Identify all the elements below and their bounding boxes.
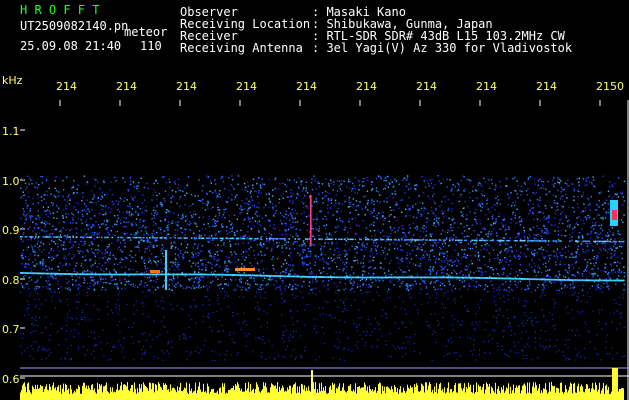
app-title: H R O F F T <box>20 3 100 17</box>
x-tick-label: 214 <box>56 80 77 93</box>
datetime: 25.09.08 21:40 <box>20 39 122 53</box>
meteor-label: meteor <box>124 25 168 39</box>
x-tick-label: 214 <box>536 80 557 93</box>
x-tick-label: 214 <box>236 80 257 93</box>
activity-bars <box>20 368 624 400</box>
x-tick-label: 2150 <box>596 80 624 93</box>
axis-unit-label: kHz <box>2 74 23 87</box>
x-tick-label: 214 <box>476 80 497 93</box>
x-tick-label: 214 <box>356 80 377 93</box>
y-tick-label: 0.9 <box>2 224 20 237</box>
plot-gridlines <box>20 100 629 400</box>
antenna-label: Receiving Antenna <box>180 41 303 55</box>
y-tick-label: 1.1 <box>2 125 20 138</box>
y-tick-label: 1.0 <box>2 175 20 188</box>
antenna-value: : 3el Yagi(V) Az 330 for Vladivostok <box>312 41 573 55</box>
x-tick-label: 214 <box>116 80 137 93</box>
noise-field <box>20 175 626 362</box>
x-tick-label: 214 <box>296 80 317 93</box>
spectrogram-plot <box>20 100 629 400</box>
x-tick-label: 214 <box>176 80 197 93</box>
y-tick-label: 0.8 <box>2 274 20 287</box>
meteor-count: 110 <box>140 39 162 53</box>
y-tick-label: 0.6 <box>2 373 20 386</box>
filename: UT2509082140.pn <box>20 19 129 33</box>
hroft-screen: { "header": { "app_name": "H R O F F T",… <box>0 0 629 400</box>
y-tick-label: 0.7 <box>2 323 20 336</box>
x-tick-label: 214 <box>416 80 437 93</box>
